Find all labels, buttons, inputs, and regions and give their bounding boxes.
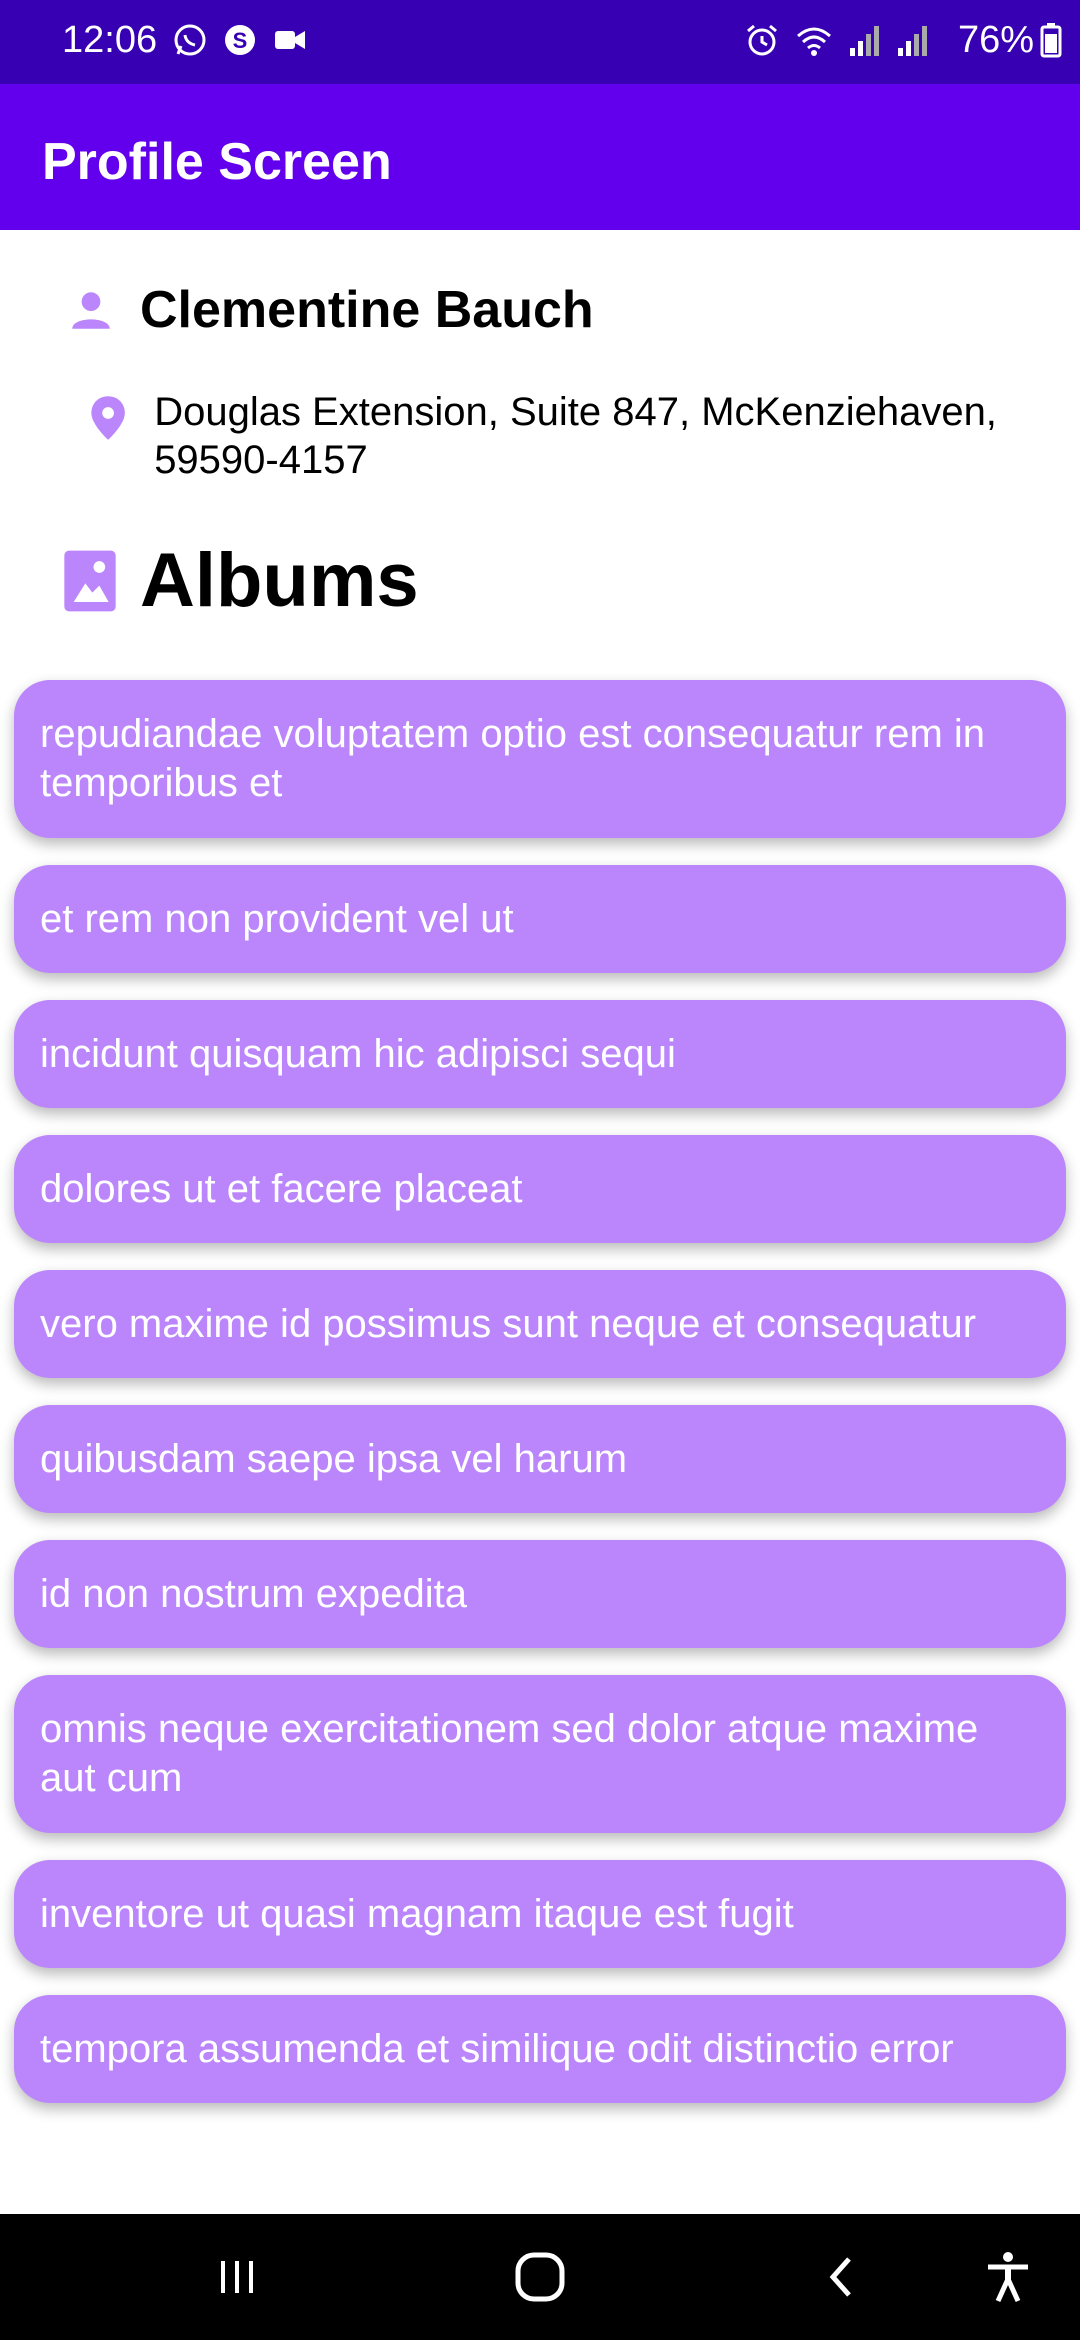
accessibility-icon (988, 2252, 1028, 2303)
album-title: dolores ut et facere placeat (40, 1166, 523, 1211)
album-item[interactable]: omnis neque exercitationem sed dolor atq… (14, 1675, 1066, 1833)
accessibility-button[interactable] (948, 2214, 1068, 2340)
user-name-row: Clementine Bauch (66, 278, 594, 342)
album-item[interactable]: vero maxime id possimus sunt neque et co… (14, 1270, 1066, 1378)
battery-indicator: 76% (958, 16, 1062, 64)
user-address: Douglas Extension, Suite 847, McKenzieha… (154, 390, 997, 482)
status-notification-icons: S (172, 22, 308, 58)
albums-title: Albums (140, 538, 419, 623)
battery-percent: 76% (957, 19, 1034, 61)
album-item[interactable]: quibusdam saepe ipsa vel harum (14, 1405, 1066, 1513)
album-item[interactable]: repudiandae voluptatem optio est consequ… (14, 680, 1066, 838)
recent-apps-icon (221, 2261, 253, 2293)
album-item[interactable]: inventore ut quasi magnam itaque est fug… (14, 1860, 1066, 1968)
album-item[interactable]: incidunt quisquam hic adipisci sequi (14, 1000, 1066, 1108)
signal-icon (850, 26, 879, 56)
album-item[interactable]: et rem non provident vel ut (14, 865, 1066, 973)
album-title: quibusdam saepe ipsa vel harum (40, 1436, 628, 1481)
location-pin-icon (91, 396, 125, 440)
wifi-icon (797, 27, 831, 56)
album-title: inventore ut quasi magnam itaque est fug… (40, 1891, 794, 1936)
album-title: id non nostrum expedita (40, 1571, 467, 1616)
person-icon (72, 292, 110, 329)
home-icon (515, 2252, 565, 2302)
album-title: incidunt quisquam hic adipisci sequi (40, 1031, 676, 1076)
battery-icon (1040, 23, 1062, 58)
svg-text:S: S (233, 28, 248, 53)
album-title: omnis neque exercitationem sed dolor atq… (40, 1707, 979, 1800)
status-system-icons (744, 22, 930, 58)
album-item[interactable]: dolores ut et facere placeat (14, 1135, 1066, 1243)
album-title: repudiandae voluptatem optio est consequ… (40, 712, 986, 805)
photo-album-icon (64, 550, 116, 612)
album-title: vero maxime id possimus sunt neque et co… (40, 1301, 977, 1346)
status-time: 12:06 (62, 19, 158, 61)
signal-icon (898, 26, 927, 56)
whatsapp-icon (174, 24, 206, 56)
album-title: et rem non provident vel ut (40, 896, 514, 941)
skype-icon: S (225, 25, 255, 55)
albums-header: Albums (62, 536, 419, 626)
back-icon (829, 2257, 851, 2297)
album-item[interactable]: tempora assumenda et similique odit dist… (14, 1995, 1066, 2103)
home-button[interactable] (480, 2214, 600, 2340)
album-title: tempora assumenda et similique odit dist… (40, 2026, 954, 2071)
status-bar: 12:06 S 76% (0, 0, 1080, 84)
address-row: Douglas Extension, Suite 847, McKenzieha… (88, 388, 1048, 484)
back-button[interactable] (783, 2214, 903, 2340)
app-bar: Profile Screen (0, 84, 1080, 230)
video-icon (275, 31, 305, 49)
user-name: Clementine Bauch (140, 281, 594, 339)
page-title: Profile Screen (42, 133, 392, 191)
alarm-icon (747, 24, 777, 56)
system-nav-bar (0, 2214, 1080, 2340)
recent-apps-button[interactable] (177, 2214, 297, 2340)
album-item[interactable]: id non nostrum expedita (14, 1540, 1066, 1648)
